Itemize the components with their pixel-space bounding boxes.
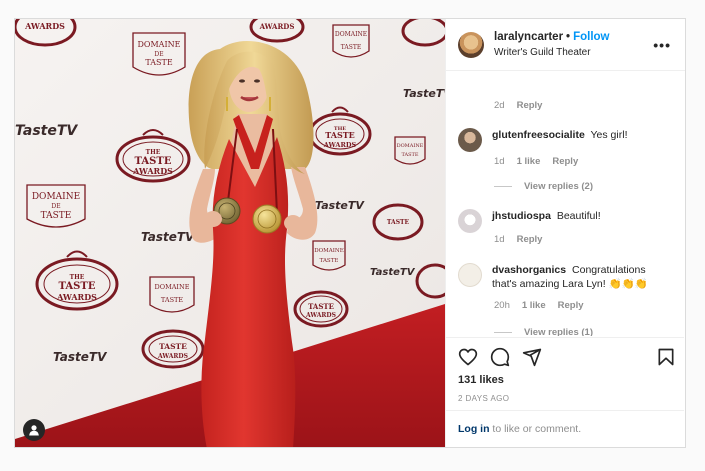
login-link[interactable]: Log in — [458, 423, 490, 435]
tastetv-text: TasteTV — [53, 350, 108, 364]
awards-text: TASTE — [387, 219, 410, 226]
action-bar: 131 likes 2 DAYS AGO Log in to like or c… — [446, 337, 684, 447]
domaine-text: DOMAINE — [32, 192, 80, 202]
awards-text: TASTE — [59, 281, 96, 292]
login-rest-text: to like or comment. — [489, 423, 582, 435]
comment-likes[interactable]: 1 like — [517, 156, 541, 167]
post-date[interactable]: 2 DAYS AGO — [458, 394, 509, 403]
location-link[interactable]: Writer's Guild Theater — [494, 45, 610, 60]
reply-button[interactable]: Reply — [517, 234, 543, 245]
avatar[interactable] — [458, 209, 482, 233]
comment-icon — [490, 347, 510, 367]
comment-text: Yes girl! — [590, 129, 628, 141]
comment-likes[interactable]: 1 like — [522, 300, 546, 311]
reply-button[interactable]: Reply — [552, 156, 578, 167]
comment-username[interactable]: jhstudiospa — [492, 210, 551, 222]
like-count[interactable]: 131 likes — [458, 374, 504, 386]
paper-plane-icon — [522, 348, 542, 367]
domaine-text: DOMAINE — [335, 31, 367, 38]
domaine-text: DE — [154, 51, 163, 58]
heart-icon — [458, 348, 478, 366]
avatar[interactable] — [458, 263, 482, 287]
comment-button[interactable] — [490, 347, 510, 372]
reply-button[interactable]: Reply — [558, 300, 584, 311]
view-replies-button[interactable]: View replies (1) — [494, 327, 593, 336]
comment-meta: 2d Reply — [494, 100, 554, 111]
person-icon — [29, 425, 39, 436]
divider-line — [494, 332, 512, 333]
domaine-text: TASTE — [161, 296, 183, 304]
like-button[interactable] — [458, 347, 478, 372]
awards-text: AWARDS — [56, 292, 97, 302]
comment-meta: 1d Reply — [494, 234, 554, 245]
post-photo[interactable]: THE TASTE AWARDS THE TASTE AWARDS THE TA… — [15, 19, 445, 447]
bookmark-icon — [658, 348, 674, 366]
domaine-text: TASTE — [401, 152, 418, 158]
comment-username[interactable]: glutenfreesocialite — [492, 129, 585, 141]
awards-text: AWARDS — [157, 353, 188, 360]
domaine-text: DOMAINE — [314, 248, 344, 254]
awards-text: TASTE — [308, 302, 334, 311]
awards-text: AWARDS — [132, 166, 173, 176]
comment-item: jhstudiospa Beautiful! — [458, 209, 678, 233]
comments-list[interactable]: 2d Reply glutenfreesocialite Yes girl! 1d… — [446, 72, 684, 336]
comment-username[interactable]: dvashorganics — [492, 264, 566, 276]
awards-text: THE — [70, 274, 85, 281]
awards-text: AWARDS — [305, 312, 336, 319]
domaine-text: DOMAINE — [155, 283, 190, 291]
comment-meta: 20h 1 like Reply — [494, 300, 596, 311]
domaine-text: TASTE — [341, 44, 362, 51]
comment-time: 1d — [494, 234, 505, 245]
photo-scene: THE TASTE AWARDS THE TASTE AWARDS THE TA… — [15, 19, 445, 447]
tastetv-text: TasteTV — [15, 123, 78, 139]
avatar[interactable] — [458, 128, 482, 152]
tastetv-text: TasteTV — [141, 230, 196, 244]
domaine-text: TASTE — [145, 58, 172, 67]
follow-button[interactable]: Follow — [573, 31, 609, 43]
reply-button[interactable]: Reply — [517, 100, 543, 111]
post-header: laralyncarter • Follow Writer's Guild Thea… — [446, 19, 685, 71]
comment-item: dvashorganics Congratulations that's ama… — [458, 263, 678, 291]
separator-dot: • — [566, 30, 571, 43]
post-side-panel: laralyncarter • Follow Writer's Guild Thea… — [445, 19, 685, 447]
awards-text: AWARDS — [259, 22, 295, 31]
login-prompt: Log in to like or comment. — [446, 410, 684, 447]
tastetv-text: TasteTV — [403, 87, 445, 100]
domaine-text: DOMAINE — [138, 40, 181, 49]
avatar[interactable] — [458, 31, 484, 58]
comment-meta: 1d 1 like Reply — [494, 156, 590, 167]
domaine-text: TASTE — [320, 258, 339, 264]
awards-text: TASTE — [325, 130, 355, 140]
domaine-text: TASTE — [41, 211, 72, 221]
awards-text: AWARDS — [323, 141, 357, 149]
awards-text: TASTE — [159, 342, 187, 351]
tagged-user-button[interactable] — [23, 419, 45, 441]
comment-time: 20h — [494, 300, 510, 311]
share-button[interactable] — [522, 347, 542, 372]
tastetv-text: TasteTV — [370, 267, 416, 278]
comment-time: 1d — [494, 156, 505, 167]
more-options-button[interactable]: ••• — [653, 37, 671, 53]
comment-item: glutenfreesocialite Yes girl! — [458, 128, 678, 152]
view-replies-button[interactable]: View replies (2) — [494, 181, 593, 192]
domaine-text: DE — [51, 203, 60, 210]
save-button[interactable] — [656, 347, 676, 372]
username-link[interactable]: laralyncarter — [494, 31, 563, 43]
view-replies-label: View replies (2) — [524, 181, 593, 192]
divider-line — [494, 186, 512, 187]
awards-text: AWARDS — [24, 21, 65, 31]
comment-time: 2d — [494, 100, 505, 111]
post-card: THE TASTE AWARDS THE TASTE AWARDS THE TA… — [14, 18, 686, 448]
view-replies-label: View replies (1) — [524, 327, 593, 336]
tastetv-text: TasteTV — [315, 199, 365, 212]
awards-text: THE — [146, 149, 161, 156]
domaine-text: DOMAINE — [397, 143, 424, 149]
comment-text: Beautiful! — [556, 210, 601, 222]
